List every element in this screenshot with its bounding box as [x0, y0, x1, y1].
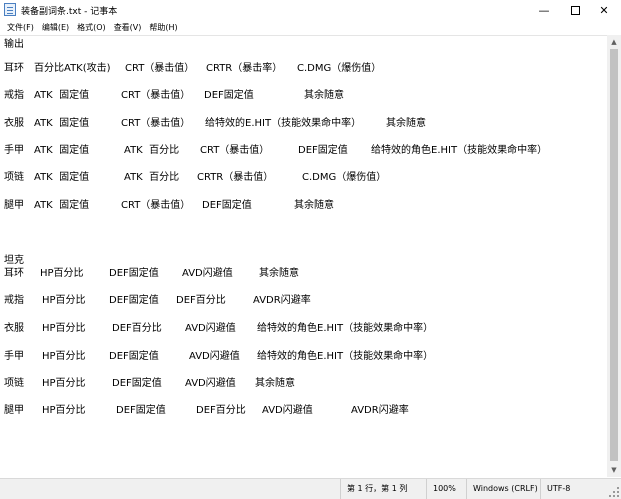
- line-label: 腿甲: [4, 200, 24, 211]
- line-value: DEF百分比: [112, 323, 162, 334]
- line-label: 腿甲: [4, 405, 24, 416]
- line-value: 其余随意: [255, 378, 295, 389]
- line-value: HP百分比: [42, 351, 86, 362]
- line-value: DEF固定值: [112, 378, 162, 389]
- menu-view[interactable]: 查看(V): [110, 22, 146, 33]
- line-value: DEF固定值: [109, 295, 159, 306]
- line-label: 衣服: [4, 118, 24, 129]
- minimize-button[interactable]: —: [530, 0, 558, 20]
- scroll-up-icon[interactable]: ▲: [607, 35, 621, 49]
- line-label: 耳环: [4, 268, 24, 279]
- line-value: CRT（暴击值）: [121, 90, 191, 101]
- line-value: HP百分比: [42, 295, 86, 306]
- line-value: CRT（暴击值）: [121, 118, 191, 129]
- line-value: DEF固定值: [202, 200, 252, 211]
- line-value: HP百分比: [40, 268, 84, 279]
- menu-edit[interactable]: 编辑(E): [38, 22, 73, 33]
- line-value: 给特效的角色E.HIT（技能效果命中率）: [257, 323, 434, 334]
- line-value: ATK 固定值: [34, 118, 90, 129]
- line-value: ATK 百分比: [124, 145, 180, 156]
- line-value: ATK 固定值: [34, 172, 90, 183]
- menu-file[interactable]: 文件(F): [3, 22, 38, 33]
- line-value: 给特效的角色E.HIT（技能效果命中率）: [257, 351, 434, 362]
- line-value: CRT（暴击值）: [200, 145, 270, 156]
- window-title: 装备副词条.txt - 记事本: [21, 7, 118, 17]
- line-value: ATK 固定值: [34, 200, 90, 211]
- line-label: 坦克: [4, 255, 24, 266]
- line-value: 给特效的角色E.HIT（技能效果命中率）: [371, 145, 548, 156]
- line-value: 其余随意: [386, 118, 426, 129]
- line-value: 百分比ATK(攻击): [34, 63, 111, 74]
- encoding: UTF-8: [540, 479, 607, 499]
- line-value: HP百分比: [42, 378, 86, 389]
- line-label: 项链: [4, 172, 24, 183]
- line-value: AVD闪避值: [262, 405, 313, 416]
- line-ending: Windows (CRLF): [466, 479, 540, 499]
- line-value: ATK 固定值: [34, 90, 90, 101]
- scroll-thumb[interactable]: [610, 49, 618, 461]
- title-bar[interactable]: 装备副词条.txt - 记事本 — ✕: [0, 0, 621, 20]
- menu-bar: 文件(F) 编辑(E) 格式(O) 查看(V) 帮助(H): [0, 20, 621, 35]
- maximize-icon: [570, 5, 580, 15]
- close-icon: ✕: [599, 3, 609, 17]
- resize-grip-icon[interactable]: [609, 487, 619, 497]
- line-value: AVDR闪避率: [351, 405, 409, 416]
- line-value: AVD闪避值: [185, 323, 236, 334]
- line-value: CRT（暴击值）: [121, 200, 191, 211]
- line-value: C.DMG（爆伤值）: [297, 63, 382, 74]
- line-value: HP百分比: [42, 405, 86, 416]
- menu-help[interactable]: 帮助(H): [145, 22, 181, 33]
- line-value: DEF固定值: [298, 145, 348, 156]
- zoom-level: 100%: [426, 479, 466, 499]
- line-value: C.DMG（爆伤值）: [302, 172, 387, 183]
- line-label: 输出: [4, 39, 24, 50]
- maximize-button[interactable]: [561, 0, 589, 20]
- line-value: ATK 固定值: [34, 145, 90, 156]
- close-button[interactable]: ✕: [590, 0, 618, 20]
- text-editor[interactable]: 输出 耳环 百分比ATK(攻击) CRT（暴击值） CRTR（暴击率） C.DMG（爆伤值…: [0, 35, 607, 477]
- line-value: 其余随意: [259, 268, 299, 279]
- minimize-icon: —: [538, 3, 550, 17]
- line-value: CRTR（暴击值）: [197, 172, 274, 183]
- line-value: DEF百分比: [196, 405, 246, 416]
- line-value: DEF固定值: [109, 351, 159, 362]
- scroll-down-icon[interactable]: ▼: [607, 463, 621, 477]
- line-value: AVDR闪避率: [253, 295, 311, 306]
- vertical-scrollbar[interactable]: ▲ ▼: [607, 35, 621, 477]
- line-value: 其余随意: [294, 200, 334, 211]
- line-value: ATK 百分比: [124, 172, 180, 183]
- line-value: DEF固定值: [109, 268, 159, 279]
- line-value: CRT（暴击值）: [125, 63, 195, 74]
- menu-format[interactable]: 格式(O): [73, 22, 110, 33]
- line-label: 衣服: [4, 323, 24, 334]
- line-label: 项链: [4, 378, 24, 389]
- line-value: AVD闪避值: [182, 268, 233, 279]
- line-label: 手甲: [4, 351, 24, 362]
- line-value: CRTR（暴击率）: [206, 63, 283, 74]
- line-label: 戒指: [4, 295, 24, 306]
- line-value: DEF百分比: [176, 295, 226, 306]
- line-value: HP百分比: [42, 323, 86, 334]
- line-label: 戒指: [4, 90, 24, 101]
- line-value: DEF固定值: [204, 90, 254, 101]
- notepad-icon: [4, 3, 16, 16]
- line-label: 耳环: [4, 63, 24, 74]
- line-value: 给特效的E.HIT（技能效果命中率）: [205, 118, 362, 129]
- cursor-position: 第 1 行，第 1 列: [340, 479, 426, 499]
- status-bar: 第 1 行，第 1 列 100% Windows (CRLF) UTF-8: [0, 478, 621, 499]
- line-label: 手甲: [4, 145, 24, 156]
- line-value: AVD闪避值: [185, 378, 236, 389]
- line-value: AVD闪避值: [189, 351, 240, 362]
- line-value: 其余随意: [304, 90, 344, 101]
- line-value: DEF固定值: [116, 405, 166, 416]
